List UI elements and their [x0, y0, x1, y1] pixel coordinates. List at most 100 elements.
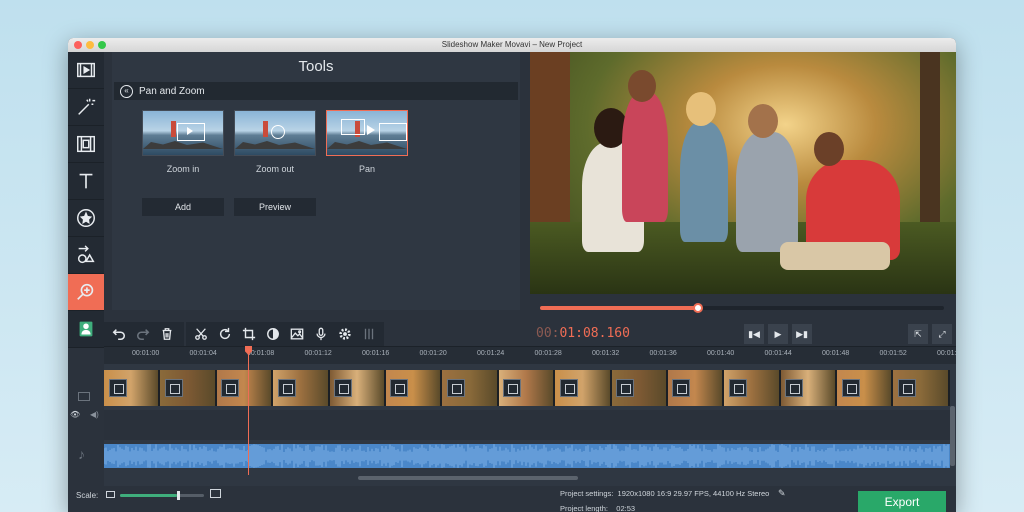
transition-icon[interactable] [164, 379, 183, 397]
video-clip[interactable] [780, 370, 838, 406]
transition-icon[interactable] [559, 379, 578, 397]
timeline-ruler[interactable]: 00:01:00 00:01:04 00:01:08 00:01:12 00:01:16… [104, 346, 956, 364]
redo-button[interactable] [134, 325, 152, 343]
crop-button[interactable] [240, 325, 258, 343]
record-audio-button[interactable] [312, 325, 330, 343]
video-clip[interactable] [385, 370, 443, 406]
transition-icon[interactable] [785, 379, 804, 397]
close-window-button[interactable] [74, 41, 82, 49]
waveform-path [104, 444, 949, 468]
transition-icon[interactable] [841, 379, 860, 397]
detach-preview-button[interactable]: ⇱ [908, 324, 928, 344]
effect-thumbnail[interactable] [326, 110, 408, 156]
effects-list: Zoom in Zoom out Pan [142, 110, 408, 174]
star-badge-icon [77, 209, 95, 227]
transition-icon[interactable] [390, 379, 409, 397]
sidebar-item-transitions[interactable] [68, 126, 104, 163]
video-clip[interactable] [104, 370, 161, 406]
overlay-track[interactable] [104, 410, 950, 440]
video-track-icon[interactable] [78, 392, 90, 401]
video-clip[interactable] [893, 370, 950, 406]
transition-icon[interactable] [108, 379, 127, 397]
vertical-scrollbar[interactable] [950, 406, 955, 466]
scissors-icon [195, 328, 207, 340]
video-clip[interactable] [667, 370, 725, 406]
video-preview[interactable] [530, 52, 956, 294]
tools-panel: Tools « Pan and Zoom Zoom in Zoom out Pa… [112, 52, 520, 310]
preview-button[interactable]: Preview [234, 198, 316, 216]
scale-slider[interactable] [120, 491, 204, 500]
zoom-out-timeline-icon[interactable] [106, 491, 115, 498]
export-button[interactable]: Export [858, 491, 946, 512]
maximize-window-button[interactable] [98, 41, 106, 49]
crop-icon [242, 327, 256, 341]
delete-button[interactable] [158, 325, 176, 343]
progress-handle[interactable] [692, 303, 703, 313]
transition-icon[interactable] [503, 379, 522, 397]
equalizer-button[interactable] [360, 325, 378, 343]
video-clip[interactable] [724, 370, 781, 406]
transition-icon[interactable] [446, 379, 465, 397]
transition-icon[interactable] [728, 379, 747, 397]
horizontal-scrollbar[interactable] [358, 476, 578, 480]
effect-pan[interactable]: Pan [326, 110, 408, 174]
video-clip[interactable] [498, 370, 556, 406]
effect-label: Zoom in [166, 164, 200, 174]
zoom-in-timeline-icon[interactable] [210, 489, 221, 498]
effect-zoom-in[interactable]: Zoom in [142, 110, 224, 174]
video-clip[interactable] [329, 370, 386, 406]
sidebar-item-stickers[interactable] [68, 200, 104, 237]
mute-icon[interactable]: ◀) [90, 410, 99, 419]
sidebar-item-shapes[interactable] [68, 237, 104, 274]
ruler-tick-label: 00:01:00 [132, 350, 160, 357]
transition-icon[interactable] [672, 379, 691, 397]
transition-icon[interactable] [616, 379, 635, 397]
video-clip[interactable] [611, 370, 668, 406]
transition-icon[interactable] [334, 379, 353, 397]
back-chevron-icon[interactable]: « [120, 84, 133, 98]
video-clip[interactable] [837, 370, 894, 406]
video-clip[interactable] [216, 370, 274, 406]
project-length: Project length: 02:53 [560, 504, 636, 512]
color-adjust-button[interactable] [264, 325, 282, 343]
scale-handle[interactable] [177, 491, 181, 500]
effect-thumbnail[interactable] [142, 110, 224, 156]
eye-icon[interactable]: 👁︎ [70, 410, 80, 419]
audio-track[interactable] [104, 444, 950, 468]
next-frame-button[interactable]: ▶▮ [792, 324, 812, 344]
trash-icon [162, 328, 172, 340]
track-headers [68, 364, 104, 486]
effect-zoom-out[interactable]: Zoom out [234, 110, 316, 174]
sidebar-item-more[interactable] [68, 311, 104, 348]
image-button[interactable] [288, 325, 306, 343]
video-clip[interactable] [442, 370, 499, 406]
video-clip[interactable] [555, 370, 612, 406]
microphone-icon [316, 327, 326, 341]
playhead[interactable] [248, 347, 249, 475]
ruler-tick-label: 00:01:12 [304, 350, 332, 357]
undo-button[interactable] [110, 325, 128, 343]
video-clip[interactable] [160, 370, 217, 406]
playback-progress[interactable] [540, 303, 944, 313]
add-button[interactable]: Add [142, 198, 224, 216]
previous-frame-button[interactable]: ▮◀ [744, 324, 764, 344]
cut-button[interactable] [192, 325, 210, 343]
transition-icon[interactable] [897, 379, 916, 397]
video-clip[interactable] [273, 370, 330, 406]
settings-button[interactable] [336, 325, 354, 343]
play-icon: ▶ [774, 328, 782, 339]
sidebar-item-zoom[interactable] [68, 274, 104, 311]
minimize-window-button[interactable] [86, 41, 94, 49]
transition-icon[interactable] [277, 379, 296, 397]
transition-icon[interactable] [221, 379, 240, 397]
play-button[interactable]: ▶ [768, 324, 788, 344]
sidebar-item-filters[interactable] [68, 89, 104, 126]
sidebar-item-import[interactable] [68, 52, 104, 89]
pencil-icon[interactable]: ✎ [778, 488, 786, 499]
fullscreen-button[interactable]: ⤢ [932, 324, 952, 344]
ruler-tick-label: 00:01:24 [477, 350, 505, 357]
effect-thumbnail[interactable] [234, 110, 316, 156]
video-track[interactable] [104, 370, 950, 406]
sidebar-item-titles[interactable] [68, 163, 104, 200]
rotate-button[interactable] [216, 325, 234, 343]
